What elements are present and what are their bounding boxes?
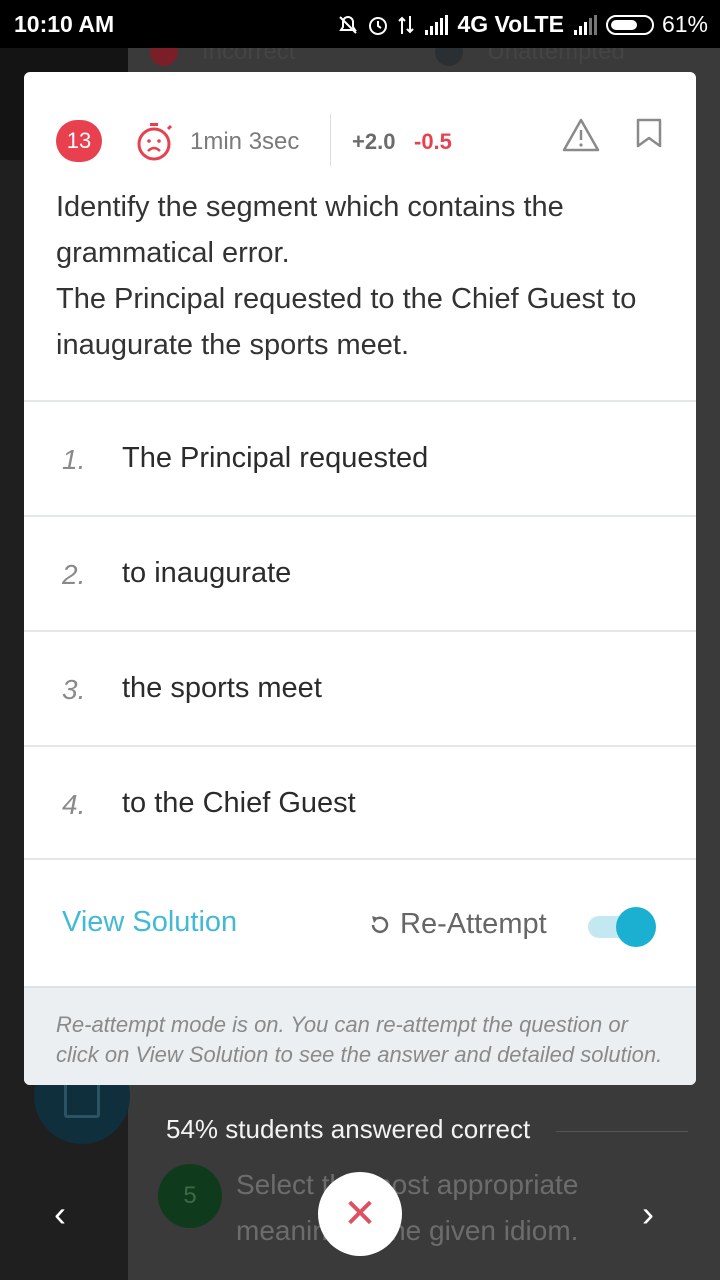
reattempt-toggle[interactable] bbox=[588, 907, 656, 947]
option-4[interactable]: 4. to the Chief Guest bbox=[24, 745, 696, 860]
option-number: 4. bbox=[62, 789, 86, 820]
report-warning-icon[interactable] bbox=[562, 118, 600, 152]
reattempt-label[interactable]: Re-Attempt bbox=[368, 908, 547, 941]
option-number: 1. bbox=[62, 444, 86, 475]
network-type: 4G VoLTE bbox=[457, 11, 564, 37]
data-transfer-icon bbox=[398, 15, 415, 34]
mute-icon bbox=[339, 15, 358, 34]
negative-marks: -0.5 bbox=[414, 129, 452, 154]
battery-level: 61% bbox=[661, 11, 708, 37]
time-taken: 1min 3sec bbox=[190, 128, 300, 155]
option-text: The Principal requested bbox=[122, 442, 429, 474]
option-2[interactable]: 2. to inaugurate bbox=[24, 515, 696, 630]
stopwatch-sad-icon bbox=[137, 123, 173, 161]
signal-icon bbox=[425, 14, 449, 35]
reattempt-info-text: Re-attempt mode is on. You can re-attemp… bbox=[56, 1012, 663, 1067]
question-number-badge: 13 bbox=[56, 120, 102, 162]
option-3[interactable]: 3. the sports meet bbox=[24, 630, 696, 745]
status-bar: 10:10 AM 4G VoLTE 61% bbox=[0, 0, 720, 48]
status-right: 4G VoLTE 61% bbox=[337, 11, 708, 38]
status-time: 10:10 AM bbox=[14, 11, 115, 37]
view-solution-link[interactable]: View Solution bbox=[62, 906, 237, 939]
option-text: to inaugurate bbox=[122, 557, 292, 589]
reattempt-info-banner: Re-attempt mode is on. You can re-attemp… bbox=[24, 986, 696, 1085]
previous-arrow-icon[interactable]: ‹ bbox=[54, 1196, 66, 1232]
signal-icon-2 bbox=[573, 14, 597, 35]
question-header: 13 1min 3sec +2.0 -0.5 bbox=[24, 72, 696, 192]
reattempt-icon bbox=[371, 915, 389, 933]
header-divider bbox=[330, 114, 331, 166]
next-arrow-icon[interactable]: › bbox=[642, 1196, 654, 1232]
toggle-knob bbox=[616, 907, 656, 947]
option-1[interactable]: 1. The Principal requested bbox=[24, 400, 696, 515]
question-card: 13 1min 3sec +2.0 -0.5 Identify the segm… bbox=[24, 72, 696, 1085]
bookmark-icon[interactable] bbox=[636, 118, 662, 148]
students-correct-stat: 54% students answered correct bbox=[166, 1114, 531, 1144]
close-icon: ✕ bbox=[343, 1192, 377, 1236]
close-button[interactable]: ✕ bbox=[318, 1172, 402, 1256]
status-icons bbox=[337, 14, 449, 36]
alarm-icon bbox=[369, 16, 388, 35]
question-sentence: The Principal requested to the Chief Gue… bbox=[56, 283, 637, 361]
option-number: 2. bbox=[62, 559, 86, 590]
question-instruction: Identify the segment which contains the … bbox=[56, 191, 564, 269]
next-question-text: Select the most appropriate meaning of t… bbox=[236, 1169, 579, 1246]
positive-marks: +2.0 bbox=[352, 129, 396, 154]
next-question-number: 5 bbox=[158, 1164, 222, 1228]
question-text: Identify the segment which contains the … bbox=[56, 184, 676, 368]
battery-icon bbox=[605, 14, 654, 35]
action-bar: View Solution Re-Attempt bbox=[24, 862, 696, 984]
option-text: to the Chief Guest bbox=[122, 787, 356, 819]
options-list: 1. The Principal requested 2. to inaugur… bbox=[24, 400, 696, 860]
option-number: 3. bbox=[62, 674, 86, 705]
reattempt-text: Re-Attempt bbox=[400, 908, 547, 940]
option-text: the sports meet bbox=[122, 672, 322, 704]
stat-divider bbox=[556, 1131, 688, 1132]
